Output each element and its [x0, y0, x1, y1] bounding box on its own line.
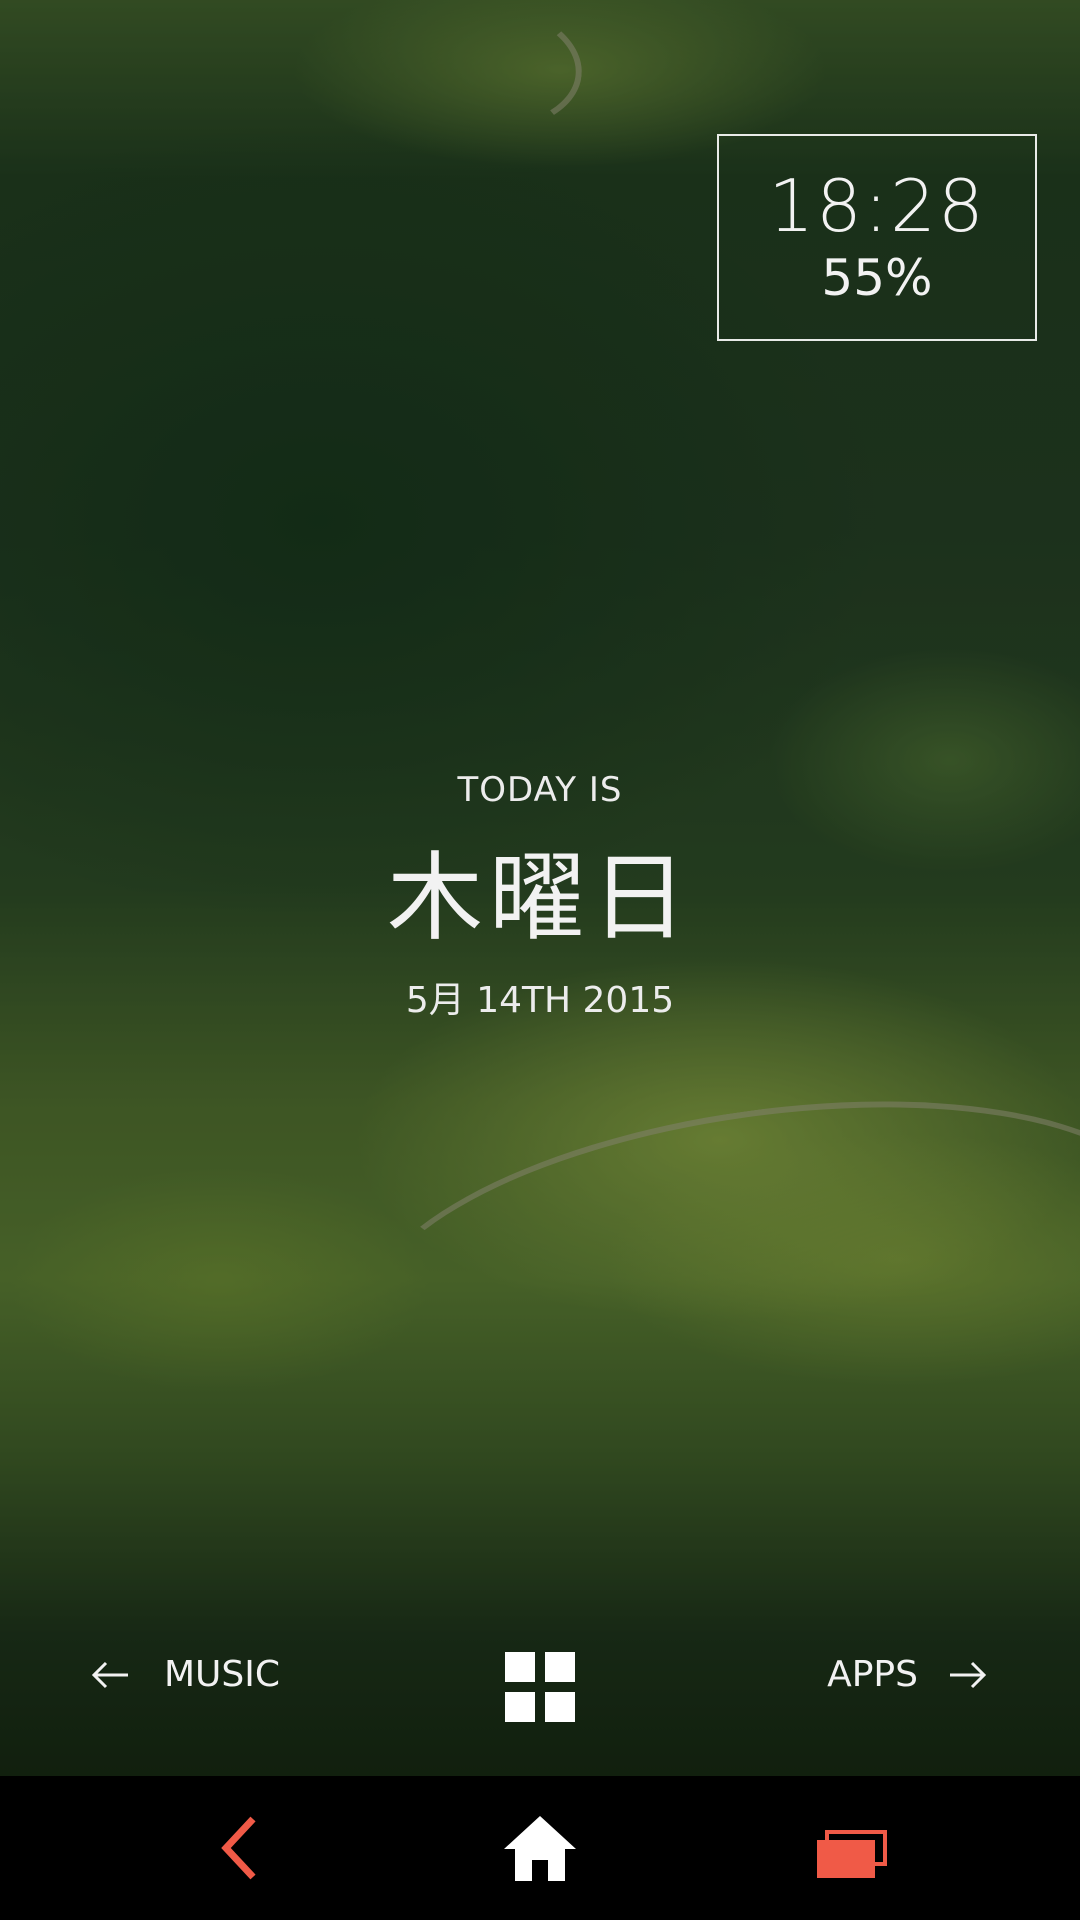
apps-shortcut[interactable]: APPS: [827, 1650, 988, 1700]
weekday-name: 木曜日: [387, 842, 693, 954]
back-chevron-icon: [221, 1816, 256, 1880]
home-icon: [504, 1816, 576, 1881]
arrow-right-icon: [950, 1661, 987, 1689]
app-grid-icon[interactable]: [505, 1652, 577, 1724]
back-button[interactable]: [160, 1776, 320, 1920]
clock-widget[interactable]: 18:28 55%: [717, 134, 1037, 341]
date-text: 5月 14TH 2015: [405, 980, 675, 1021]
navigation-bar: [0, 1776, 1080, 1920]
clock-time: 18:28: [768, 164, 986, 248]
apps-label: APPS: [827, 1654, 918, 1695]
battery-level: 55%: [821, 249, 933, 307]
today-is-label: TODAY IS: [457, 770, 623, 810]
music-shortcut[interactable]: MUSIC: [90, 1650, 280, 1700]
home-button[interactable]: [460, 1776, 620, 1920]
home-screen: 18:28 55% TODAY IS 木曜日 5月 14TH 2015 MUSI…: [0, 0, 1080, 1920]
recents-icon: [817, 1830, 887, 1878]
music-label: MUSIC: [164, 1654, 281, 1695]
arrow-left-icon: [91, 1661, 128, 1689]
recents-button[interactable]: [760, 1776, 920, 1920]
